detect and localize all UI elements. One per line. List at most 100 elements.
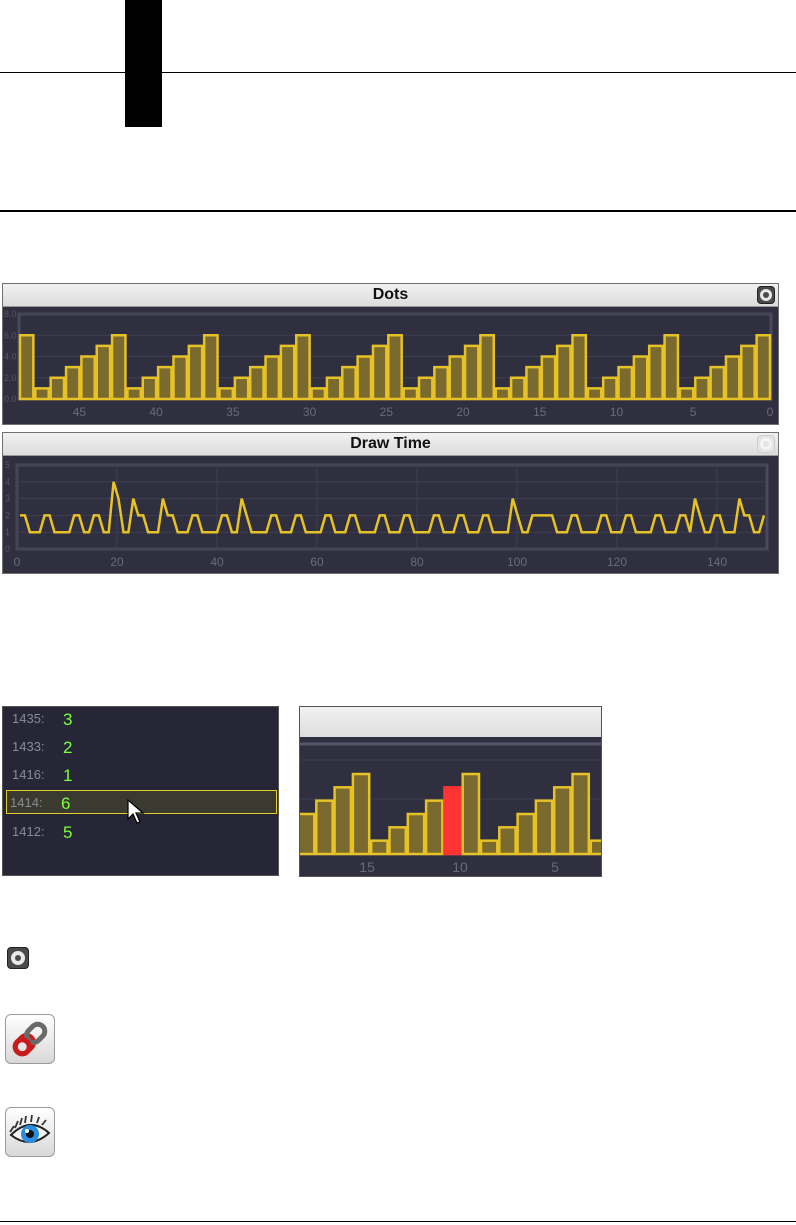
bar <box>589 839 601 856</box>
bar <box>509 376 526 401</box>
x-tick-label: 60 <box>310 555 324 569</box>
bar <box>80 355 96 401</box>
bar <box>424 799 444 856</box>
plot-frame <box>15 463 769 551</box>
bar <box>448 355 465 401</box>
bar <box>294 334 311 401</box>
x-tick-label: 80 <box>410 555 424 569</box>
y-tick-label: 4.0 <box>4 352 17 362</box>
bar <box>617 365 634 401</box>
bar <box>571 772 591 856</box>
x-tick-label: 5 <box>690 405 697 419</box>
y-tick-label: 6.0 <box>4 330 17 340</box>
bar <box>632 355 649 401</box>
list-item-label: 1435: <box>12 711 45 726</box>
bar <box>95 344 112 401</box>
bar <box>351 772 371 856</box>
bar <box>555 344 572 401</box>
list-item[interactable]: 1435: 3 <box>9 707 271 731</box>
y-tick-label: 0 <box>5 544 10 554</box>
list-item-value: 3 <box>63 710 73 729</box>
bar <box>417 376 434 401</box>
bar <box>315 799 334 856</box>
x-tick-label: 0 <box>767 405 774 419</box>
bar <box>341 365 357 401</box>
y-tick-label: 4 <box>5 477 10 487</box>
bar <box>333 786 353 856</box>
y-tick-label: 8.0 <box>4 309 17 319</box>
bar <box>663 334 680 401</box>
bar <box>279 344 296 401</box>
bar <box>369 839 389 856</box>
x-tick-label: 30 <box>303 405 317 419</box>
bar <box>479 839 499 856</box>
bar <box>647 344 664 401</box>
x-tick-label: 5 <box>551 859 559 875</box>
x-tick-label: 35 <box>226 405 240 419</box>
x-tick-label: 15 <box>359 859 375 875</box>
list-item-label: 1412: <box>12 824 45 839</box>
bar <box>18 334 35 401</box>
value-list: 1435: 3 1433: 2 1416: 1 1414: 6 1412: 5 <box>2 706 279 876</box>
link-icon[interactable] <box>5 1014 55 1064</box>
bar <box>694 376 710 401</box>
x-tick-label: 40 <box>210 555 224 569</box>
dots-panel-title: Dots <box>3 284 778 307</box>
bar <box>356 355 373 401</box>
list-item-label: 1414: <box>10 795 43 810</box>
list-item-label: 1416: <box>12 767 45 782</box>
x-tick-label: 20 <box>110 555 124 569</box>
eye-icon[interactable] <box>5 1107 55 1157</box>
bar <box>494 387 511 401</box>
dots-chart: 0.0 2.0 4.0 6.0 8.0 45 40 35 30 25 20 15 10 5 0 <box>4 309 774 419</box>
zoomed-chart-header <box>300 707 601 737</box>
settings-icon[interactable] <box>757 286 775 304</box>
bar <box>233 376 250 401</box>
x-tick-label: 140 <box>707 555 727 569</box>
list-item-value: 6 <box>61 794 71 813</box>
bar <box>388 826 408 856</box>
bar <box>218 387 235 401</box>
x-tick-label: 10 <box>610 405 624 419</box>
bar <box>740 344 756 401</box>
x-tick-label: 0 <box>14 555 21 569</box>
bar <box>586 387 603 401</box>
chapter-tab <box>125 0 162 127</box>
bar <box>300 812 316 856</box>
draw-time-chart: 0 1 2 3 4 5 0 20 40 60 80 100 120 140 <box>5 460 769 569</box>
bar <box>172 355 189 401</box>
mouse-cursor-icon <box>127 799 145 824</box>
bar <box>525 365 542 401</box>
bar <box>371 344 388 401</box>
bar <box>479 334 496 401</box>
bar <box>202 334 219 401</box>
settings-icon[interactable] <box>7 947 29 969</box>
x-tick-label: 120 <box>607 555 627 569</box>
x-tick-label: 20 <box>456 405 470 419</box>
dots-panel: Dots 0.0 2.0 4.0 6.0 8.0 45 40 35 30 25 20 15 10 5 0 <box>2 283 779 425</box>
bar <box>248 365 265 401</box>
y-tick-label: 5 <box>5 460 10 470</box>
bar <box>110 334 127 401</box>
bar <box>516 812 536 856</box>
draw-time-series-line <box>20 481 766 534</box>
section-rule <box>0 210 796 212</box>
list-item-label: 1433: <box>12 739 45 754</box>
settings-icon[interactable] <box>757 435 775 453</box>
bar <box>156 365 173 401</box>
bar <box>402 387 419 401</box>
zoomed-chart-panel: 15 10 5 <box>299 706 602 877</box>
y-tick-label: 0.0 <box>4 394 17 404</box>
bar <box>310 387 327 401</box>
bar <box>461 772 481 856</box>
highlighted-bar <box>443 786 462 856</box>
bar <box>601 376 618 401</box>
bar <box>433 365 449 401</box>
list-item[interactable]: 1433: 2 <box>9 735 271 759</box>
header-rule <box>0 72 796 73</box>
list-item-value: 5 <box>63 823 73 842</box>
bar <box>678 387 695 401</box>
bar <box>571 334 588 401</box>
list-item[interactable]: 1416: 1 <box>9 763 271 787</box>
bar <box>540 355 557 401</box>
